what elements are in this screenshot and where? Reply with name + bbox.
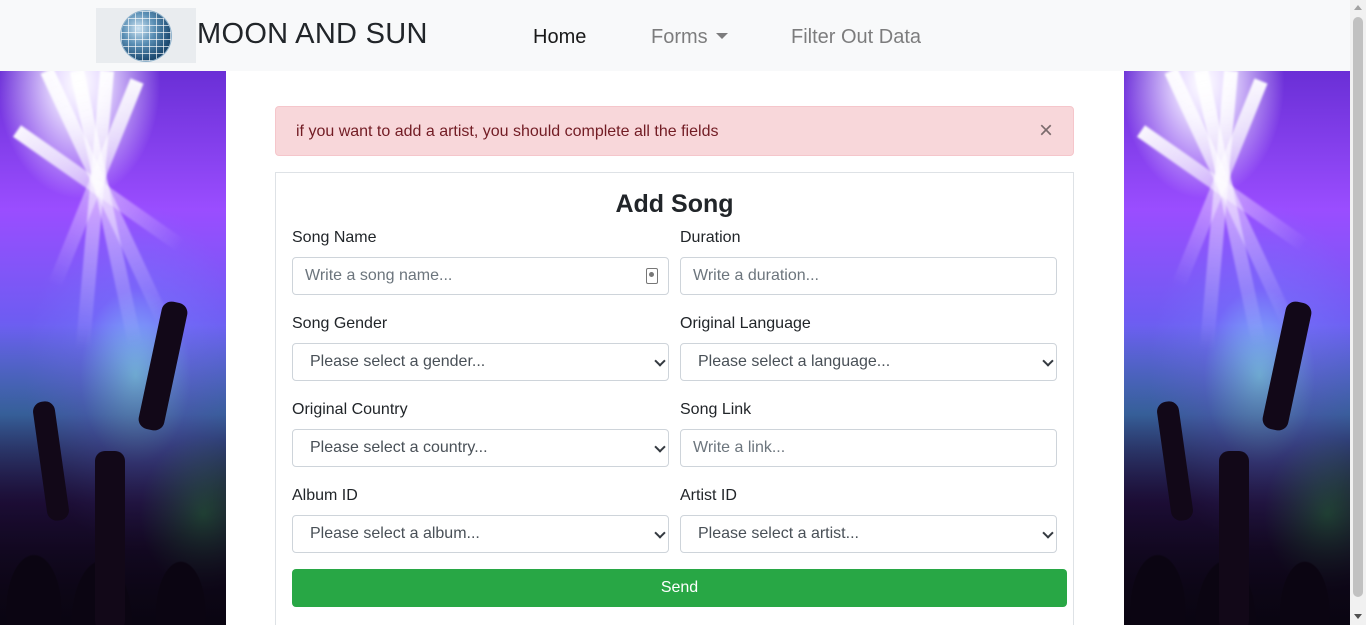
form-title: Add Song [615,190,734,218]
add-song-form: Add Song Song Name Write a song name... … [275,172,1074,625]
duration-placeholder: Write a duration... [693,267,819,284]
nav-forms-dropdown[interactable]: Forms [651,26,728,49]
nav-home-label: Home [533,26,587,48]
send-button[interactable]: Send [292,569,1067,607]
original-country-select[interactable]: Please select a country... [292,429,669,467]
song-link-input[interactable]: Write a link... [680,429,1057,467]
disco-ball-icon [121,10,171,61]
vertical-scrollbar[interactable] [1350,0,1366,625]
original-country-label: Original Country [292,401,408,418]
song-name-placeholder: Write a song name... [305,267,453,284]
song-link-placeholder: Write a link... [693,439,786,456]
chevron-down-icon [1042,527,1054,539]
chevron-down-icon [1042,355,1054,367]
send-button-label: Send [660,579,699,596]
song-gender-value: Please select a gender... [310,353,486,370]
nav-filter-out-data[interactable]: Filter Out Data [791,26,921,49]
scroll-up-arrow-icon[interactable] [1354,5,1362,10]
original-language-select[interactable]: Please select a language... [680,343,1057,381]
song-name-input[interactable]: Write a song name... [292,257,669,295]
close-icon[interactable]: × [1039,119,1053,143]
nav-home[interactable]: Home [533,26,586,49]
alert-message: if you want to add a artist, you should … [296,123,719,140]
original-language-value: Please select a language... [698,353,891,370]
alert-danger: if you want to add a artist, you should … [275,106,1074,156]
concert-background-right [1124,71,1350,625]
original-country-value: Please select a country... [310,439,488,456]
caret-down-icon [715,33,728,39]
album-id-value: Please select a album... [310,525,480,542]
main-container: if you want to add a artist, you should … [226,71,1124,625]
contact-card-icon[interactable] [646,268,658,284]
nav-filter-label: Filter Out Data [791,26,922,48]
artist-id-label: Artist ID [680,487,737,504]
artist-id-select[interactable]: Please select a artist... [680,515,1057,553]
brand-logo[interactable] [96,8,196,63]
chevron-down-icon [654,441,666,453]
song-name-label: Song Name [292,229,377,246]
concert-background-left [0,71,226,625]
nav-forms-label: Forms [651,26,708,48]
scroll-down-arrow-icon[interactable] [1354,614,1362,619]
duration-label: Duration [680,229,741,246]
chevron-down-icon [654,355,666,367]
scrollbar-thumb[interactable] [1353,17,1363,597]
song-gender-label: Song Gender [292,315,388,332]
album-id-label: Album ID [292,487,358,504]
brand-name[interactable]: MOON AND SUN [197,18,428,51]
album-id-select[interactable]: Please select a album... [292,515,669,553]
song-gender-select[interactable]: Please select a gender... [292,343,669,381]
chevron-down-icon [654,527,666,539]
artist-id-value: Please select a artist... [698,525,859,542]
original-language-label: Original Language [680,315,811,332]
navbar: MOON AND SUN Home Forms Filter Out Data [0,0,1350,71]
duration-input[interactable]: Write a duration... [680,257,1057,295]
song-link-label: Song Link [680,401,752,418]
